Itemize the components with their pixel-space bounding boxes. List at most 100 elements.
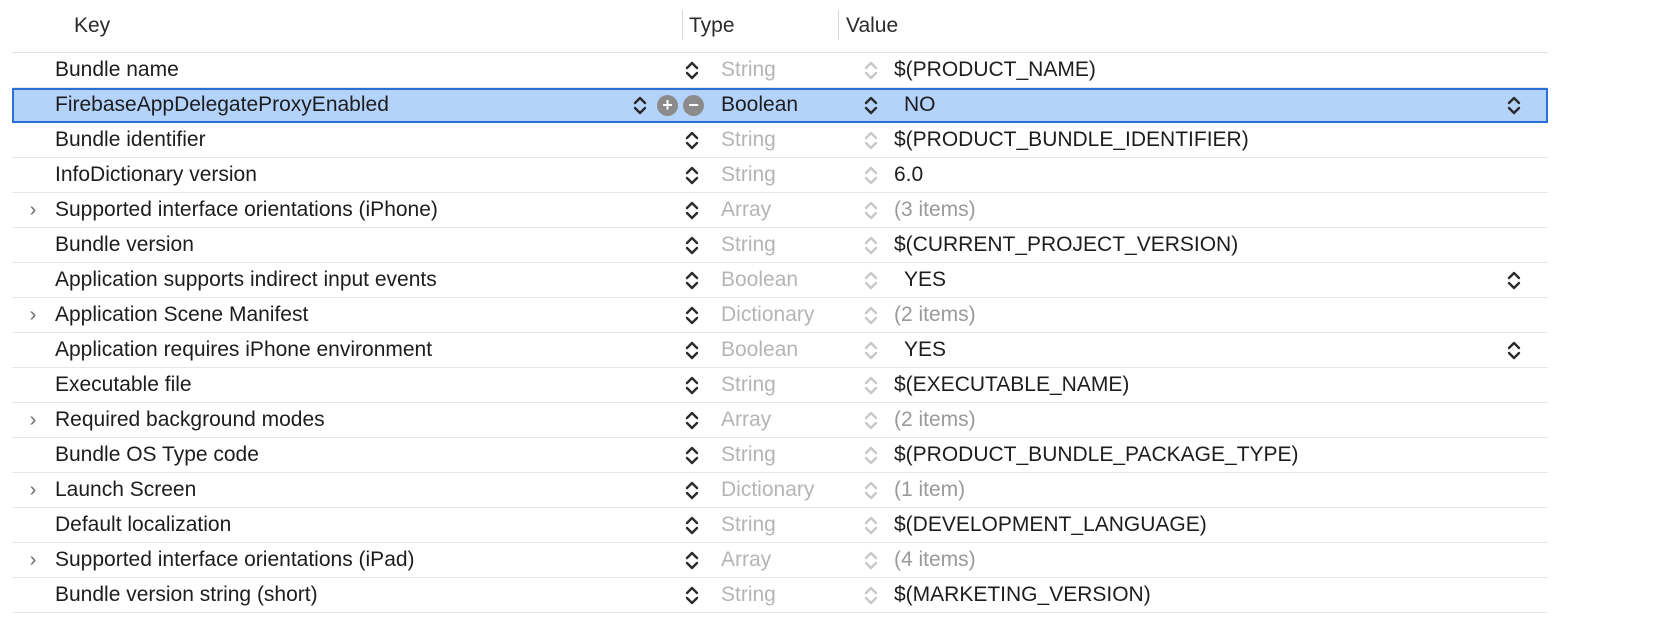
column-divider[interactable] [838, 10, 839, 40]
key-popup-stepper-icon[interactable] [684, 578, 700, 612]
type-popup-stepper-icon[interactable] [863, 438, 879, 472]
row-value[interactable]: (1 item) [894, 473, 965, 507]
row-key[interactable]: Application supports indirect input even… [55, 263, 437, 297]
row-value[interactable]: (4 items) [894, 543, 976, 577]
row-value[interactable]: (2 items) [894, 298, 976, 332]
row-type[interactable]: String [721, 368, 776, 402]
type-popup-stepper-icon[interactable] [863, 298, 879, 332]
row-type[interactable]: String [721, 123, 776, 157]
key-popup-stepper-icon[interactable] [684, 543, 700, 577]
value-column-header[interactable]: Value [846, 14, 898, 38]
row-type[interactable]: Boolean [721, 263, 798, 297]
row-key[interactable]: Launch Screen [55, 473, 196, 507]
row-value[interactable]: (3 items) [894, 193, 976, 227]
row-type[interactable]: String [721, 438, 776, 472]
chevron-right-icon[interactable]: › [22, 193, 44, 227]
plist-row[interactable]: › Launch Screen Dictionary (1 item) [12, 473, 1548, 508]
row-type[interactable]: String [721, 578, 776, 612]
row-value[interactable]: YES [904, 263, 946, 297]
row-type[interactable]: String [721, 53, 776, 87]
row-value[interactable]: $(CURRENT_PROJECT_VERSION) [894, 228, 1238, 262]
row-key[interactable]: Supported interface orientations (iPad) [55, 543, 415, 577]
key-popup-stepper-icon[interactable] [684, 193, 700, 227]
row-type[interactable]: String [721, 158, 776, 192]
row-key[interactable]: Bundle identifier [55, 123, 206, 157]
row-value[interactable]: NO [904, 88, 936, 122]
row-value[interactable]: YES [904, 333, 946, 367]
row-key[interactable]: InfoDictionary version [55, 158, 257, 192]
row-type[interactable]: String [721, 228, 776, 262]
row-value[interactable]: $(PRODUCT_BUNDLE_PACKAGE_TYPE) [894, 438, 1299, 472]
type-popup-stepper-icon[interactable] [863, 368, 879, 402]
type-popup-stepper-icon[interactable] [863, 473, 879, 507]
type-popup-stepper-icon[interactable] [863, 228, 879, 262]
chevron-right-icon[interactable]: › [22, 403, 44, 437]
key-popup-stepper-icon[interactable] [684, 333, 700, 367]
row-type[interactable]: Array [721, 543, 771, 577]
row-type[interactable]: Boolean [721, 88, 798, 122]
type-popup-stepper-icon[interactable] [863, 263, 879, 297]
plus-circle-icon[interactable]: + [657, 95, 678, 116]
plist-row[interactable]: Executable file String $(EXECUTABLE_NAME) [12, 368, 1548, 403]
chevron-right-icon[interactable]: › [22, 543, 44, 577]
plist-row[interactable]: Bundle OS Type code String $(PRODUCT_BUNDL… [12, 438, 1548, 473]
type-popup-stepper-icon[interactable] [863, 123, 879, 157]
row-key[interactable]: Bundle version string (short) [55, 578, 318, 612]
key-popup-stepper-icon[interactable] [684, 403, 700, 437]
plist-row[interactable]: › Application Scene Manifest Dictionary (2 … [12, 298, 1548, 333]
key-popup-stepper-icon[interactable] [684, 368, 700, 402]
row-key[interactable]: Executable file [55, 368, 192, 402]
plist-row[interactable]: FirebaseAppDelegateProxyEnabled + − Boolean… [12, 88, 1548, 123]
row-value[interactable]: $(PRODUCT_BUNDLE_IDENTIFIER) [894, 123, 1249, 157]
key-popup-stepper-icon[interactable] [684, 228, 700, 262]
row-value[interactable]: (2 items) [894, 403, 976, 437]
key-column-header[interactable]: Key [74, 14, 110, 38]
row-type[interactable]: Boolean [721, 333, 798, 367]
chevron-right-icon[interactable]: › [22, 473, 44, 507]
type-popup-stepper-icon[interactable] [863, 403, 879, 437]
value-popup-stepper-icon[interactable] [1506, 263, 1522, 297]
minus-circle-icon[interactable]: − [683, 95, 704, 116]
key-popup-stepper-icon[interactable] [684, 438, 700, 472]
plist-row[interactable]: Default localization String $(DEVELOPMENT_… [12, 508, 1548, 543]
row-key[interactable]: Bundle OS Type code [55, 438, 259, 472]
row-key[interactable]: Application Scene Manifest [55, 298, 308, 332]
plist-row[interactable]: Bundle version String $(CURRENT_PROJECT_VE… [12, 228, 1548, 263]
row-type[interactable]: String [721, 508, 776, 542]
row-key[interactable]: Default localization [55, 508, 231, 542]
row-value[interactable]: $(PRODUCT_NAME) [894, 53, 1096, 87]
type-popup-stepper-icon[interactable] [863, 53, 879, 87]
row-value[interactable]: $(EXECUTABLE_NAME) [894, 368, 1129, 402]
row-key[interactable]: Bundle name [55, 53, 179, 87]
key-popup-stepper-icon[interactable] [684, 508, 700, 542]
row-key[interactable]: Supported interface orientations (iPhone… [55, 193, 438, 227]
row-type[interactable]: Dictionary [721, 298, 814, 332]
key-popup-stepper-icon[interactable] [684, 263, 700, 297]
key-popup-stepper-icon[interactable] [684, 123, 700, 157]
plist-row[interactable]: › Supported interface orientations (iPhon… [12, 193, 1548, 228]
key-popup-stepper-icon[interactable] [684, 473, 700, 507]
type-column-header[interactable]: Type [689, 14, 735, 38]
plist-row[interactable]: Application supports indirect input even… [12, 263, 1548, 298]
type-popup-stepper-icon[interactable] [863, 193, 879, 227]
value-popup-stepper-icon[interactable] [1506, 333, 1522, 367]
key-popup-stepper-icon[interactable] [684, 53, 700, 87]
row-type[interactable]: Dictionary [721, 473, 814, 507]
row-value[interactable]: $(MARKETING_VERSION) [894, 578, 1151, 612]
type-popup-stepper-icon[interactable] [863, 543, 879, 577]
type-popup-stepper-icon[interactable] [863, 333, 879, 367]
key-popup-stepper-icon[interactable] [684, 298, 700, 332]
plist-row[interactable]: InfoDictionary version String 6.0 [12, 158, 1548, 193]
chevron-right-icon[interactable]: › [22, 298, 44, 332]
plist-row[interactable]: › Supported interface orientations (iPad)… [12, 543, 1548, 578]
type-popup-stepper-icon[interactable] [863, 88, 879, 122]
row-key[interactable]: Required background modes [55, 403, 325, 437]
value-popup-stepper-icon[interactable] [1506, 88, 1522, 122]
row-key[interactable]: Application requires iPhone environment [55, 333, 432, 367]
row-value[interactable]: $(DEVELOPMENT_LANGUAGE) [894, 508, 1207, 542]
row-type[interactable]: Array [721, 403, 771, 437]
plist-row[interactable]: Bundle name String $(PRODUCT_NAME) [12, 53, 1548, 88]
plist-row[interactable]: › Required background modes Array (2 items) [12, 403, 1548, 438]
key-popup-stepper-icon[interactable] [684, 158, 700, 192]
plist-row[interactable]: Bundle version string (short) String $(MAR… [12, 578, 1548, 613]
